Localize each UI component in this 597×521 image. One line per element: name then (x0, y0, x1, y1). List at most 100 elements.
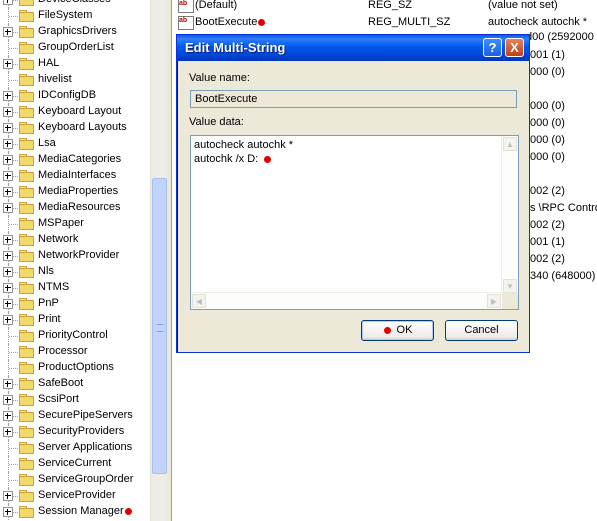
tree-item-label: PnP (38, 297, 59, 309)
scroll-left-icon[interactable]: ◀ (192, 294, 206, 308)
tree-item[interactable]: Lsa (0, 136, 150, 152)
folder-icon (19, 74, 34, 86)
value-data-partial: 340 (648000) (530, 270, 596, 282)
tree-item[interactable]: DeviceClasses (0, 0, 150, 8)
expand-plus-icon[interactable] (3, 427, 13, 437)
folder-icon (19, 378, 34, 390)
scroll-up-icon[interactable]: ▲ (503, 137, 517, 151)
expand-plus-icon[interactable] (3, 139, 13, 149)
expand-plus-icon[interactable] (3, 91, 13, 101)
dialog-titlebar[interactable]: Edit Multi-String ? X (177, 35, 529, 61)
value-data-line: autocheck autochk * (194, 138, 293, 152)
tree-line (9, 80, 18, 81)
string-value-icon: ab (178, 0, 194, 13)
tree-scrollbar[interactable] (150, 0, 167, 521)
value-data-partial: 000 (0) (530, 117, 565, 129)
expand-plus-icon[interactable] (3, 107, 13, 117)
expand-plus-icon[interactable] (3, 59, 13, 69)
tree-item[interactable]: ProductOptions (0, 360, 150, 376)
expand-plus-icon[interactable] (3, 283, 13, 293)
tree-item[interactable]: hivelist (0, 72, 150, 88)
expand-plus-icon[interactable] (3, 267, 13, 277)
folder-icon (19, 106, 34, 118)
tree-item[interactable]: IDConfigDB (0, 88, 150, 104)
folder-icon (19, 218, 34, 230)
tree-item[interactable]: ServiceCurrent (0, 456, 150, 472)
expand-plus-icon[interactable] (3, 395, 13, 405)
help-button[interactable]: ? (483, 38, 502, 57)
value-row[interactable]: ab BootExecute REG_MULTI_SZ autocheck autoc… (172, 14, 597, 31)
tree-item-label: MediaProperties (38, 185, 119, 197)
folder-icon (19, 10, 34, 22)
tree-item[interactable]: MSPaper (0, 216, 150, 232)
tree-item[interactable]: SecurePipeServers (0, 408, 150, 424)
value-data-text[interactable]: autocheck autochk * autochk /x D: (194, 138, 293, 166)
expand-plus-icon[interactable] (3, 507, 13, 517)
tree-item[interactable]: Print (0, 312, 150, 328)
tree-item[interactable]: Keyboard Layouts (0, 120, 150, 136)
expand-plus-icon[interactable] (3, 0, 13, 5)
value-data-hscroll[interactable]: ◀ ▶ (191, 292, 502, 309)
folder-icon (19, 266, 34, 278)
expand-plus-icon[interactable] (3, 187, 13, 197)
tree-item[interactable]: ScsiPort (0, 392, 150, 408)
value-data-partial: 000 (0) (530, 151, 565, 163)
value-data-partial: 001 (1) (530, 49, 565, 61)
marker-dot-icon (124, 507, 132, 515)
scroll-down-icon[interactable]: ▼ (503, 279, 517, 293)
tree-item[interactable]: Session Manager (0, 504, 150, 520)
tree-item[interactable]: MediaProperties (0, 184, 150, 200)
value-row[interactable]: ab (Default) REG_SZ (value not set) (172, 0, 597, 14)
tree-item[interactable]: NTMS (0, 280, 150, 296)
folder-icon (19, 122, 34, 134)
expand-plus-icon[interactable] (3, 315, 13, 325)
tree-item[interactable]: PnP (0, 296, 150, 312)
tree-item[interactable]: Processor (0, 344, 150, 360)
tree-scrollbar-thumb[interactable] (152, 178, 167, 474)
value-data-partial: d00 (2592000 (526, 31, 594, 43)
scroll-corner (502, 293, 518, 309)
tree-item[interactable]: MediaInterfaces (0, 168, 150, 184)
tree-item[interactable]: Server Applications (0, 440, 150, 456)
tree-item[interactable]: Nls (0, 264, 150, 280)
tree-item[interactable]: GroupOrderList (0, 40, 150, 56)
expand-plus-icon[interactable] (3, 235, 13, 245)
expand-plus-icon[interactable] (3, 251, 13, 261)
tree-item[interactable]: SafeBoot (0, 376, 150, 392)
value-type: REG_SZ (368, 0, 413, 11)
cancel-button[interactable]: Cancel (445, 320, 518, 341)
tree-item[interactable]: HAL (0, 56, 150, 72)
tree-line (9, 352, 18, 353)
expand-plus-icon[interactable] (3, 411, 13, 421)
ok-button[interactable]: OK (361, 320, 434, 341)
tree-item[interactable]: MediaCategories (0, 152, 150, 168)
expand-plus-icon[interactable] (3, 155, 13, 165)
tree-item[interactable]: PriorityControl (0, 328, 150, 344)
value-data-textarea[interactable]: autocheck autochk * autochk /x D: ▲ ▼ ◀ ▶ (190, 135, 519, 310)
expand-plus-icon[interactable] (3, 379, 13, 389)
tree-item[interactable]: FileSystem (0, 8, 150, 24)
tree-item-label: SecurePipeServers (38, 409, 133, 421)
tree-item[interactable]: GraphicsDrivers (0, 24, 150, 40)
scroll-right-icon[interactable]: ▶ (487, 294, 501, 308)
tree-item[interactable]: NetworkProvider (0, 248, 150, 264)
registry-tree[interactable]: DeviceClasses FileSystem GraphicsDrivers Gr… (0, 0, 150, 521)
value-data-vscroll[interactable]: ▲ ▼ (501, 136, 518, 294)
tree-item[interactable]: ServiceGroupOrder (0, 472, 150, 488)
tree-item[interactable]: Network (0, 232, 150, 248)
tree-item[interactable]: MediaResources (0, 200, 150, 216)
tree-item[interactable]: Keyboard Layout (0, 104, 150, 120)
expand-plus-icon[interactable] (3, 491, 13, 501)
expand-plus-icon[interactable] (3, 171, 13, 181)
expand-plus-icon[interactable] (3, 299, 13, 309)
folder-icon (19, 458, 34, 470)
tree-item[interactable]: ServiceProvider (0, 488, 150, 504)
value-data: autocheck autochk * (488, 16, 588, 28)
expand-plus-icon[interactable] (3, 27, 13, 37)
expand-plus-icon[interactable] (3, 123, 13, 133)
folder-icon (19, 186, 34, 198)
tree-item[interactable]: SecurityProviders (0, 424, 150, 440)
close-button[interactable]: X (505, 38, 524, 57)
expand-plus-icon[interactable] (3, 203, 13, 213)
folder-icon (19, 58, 34, 70)
